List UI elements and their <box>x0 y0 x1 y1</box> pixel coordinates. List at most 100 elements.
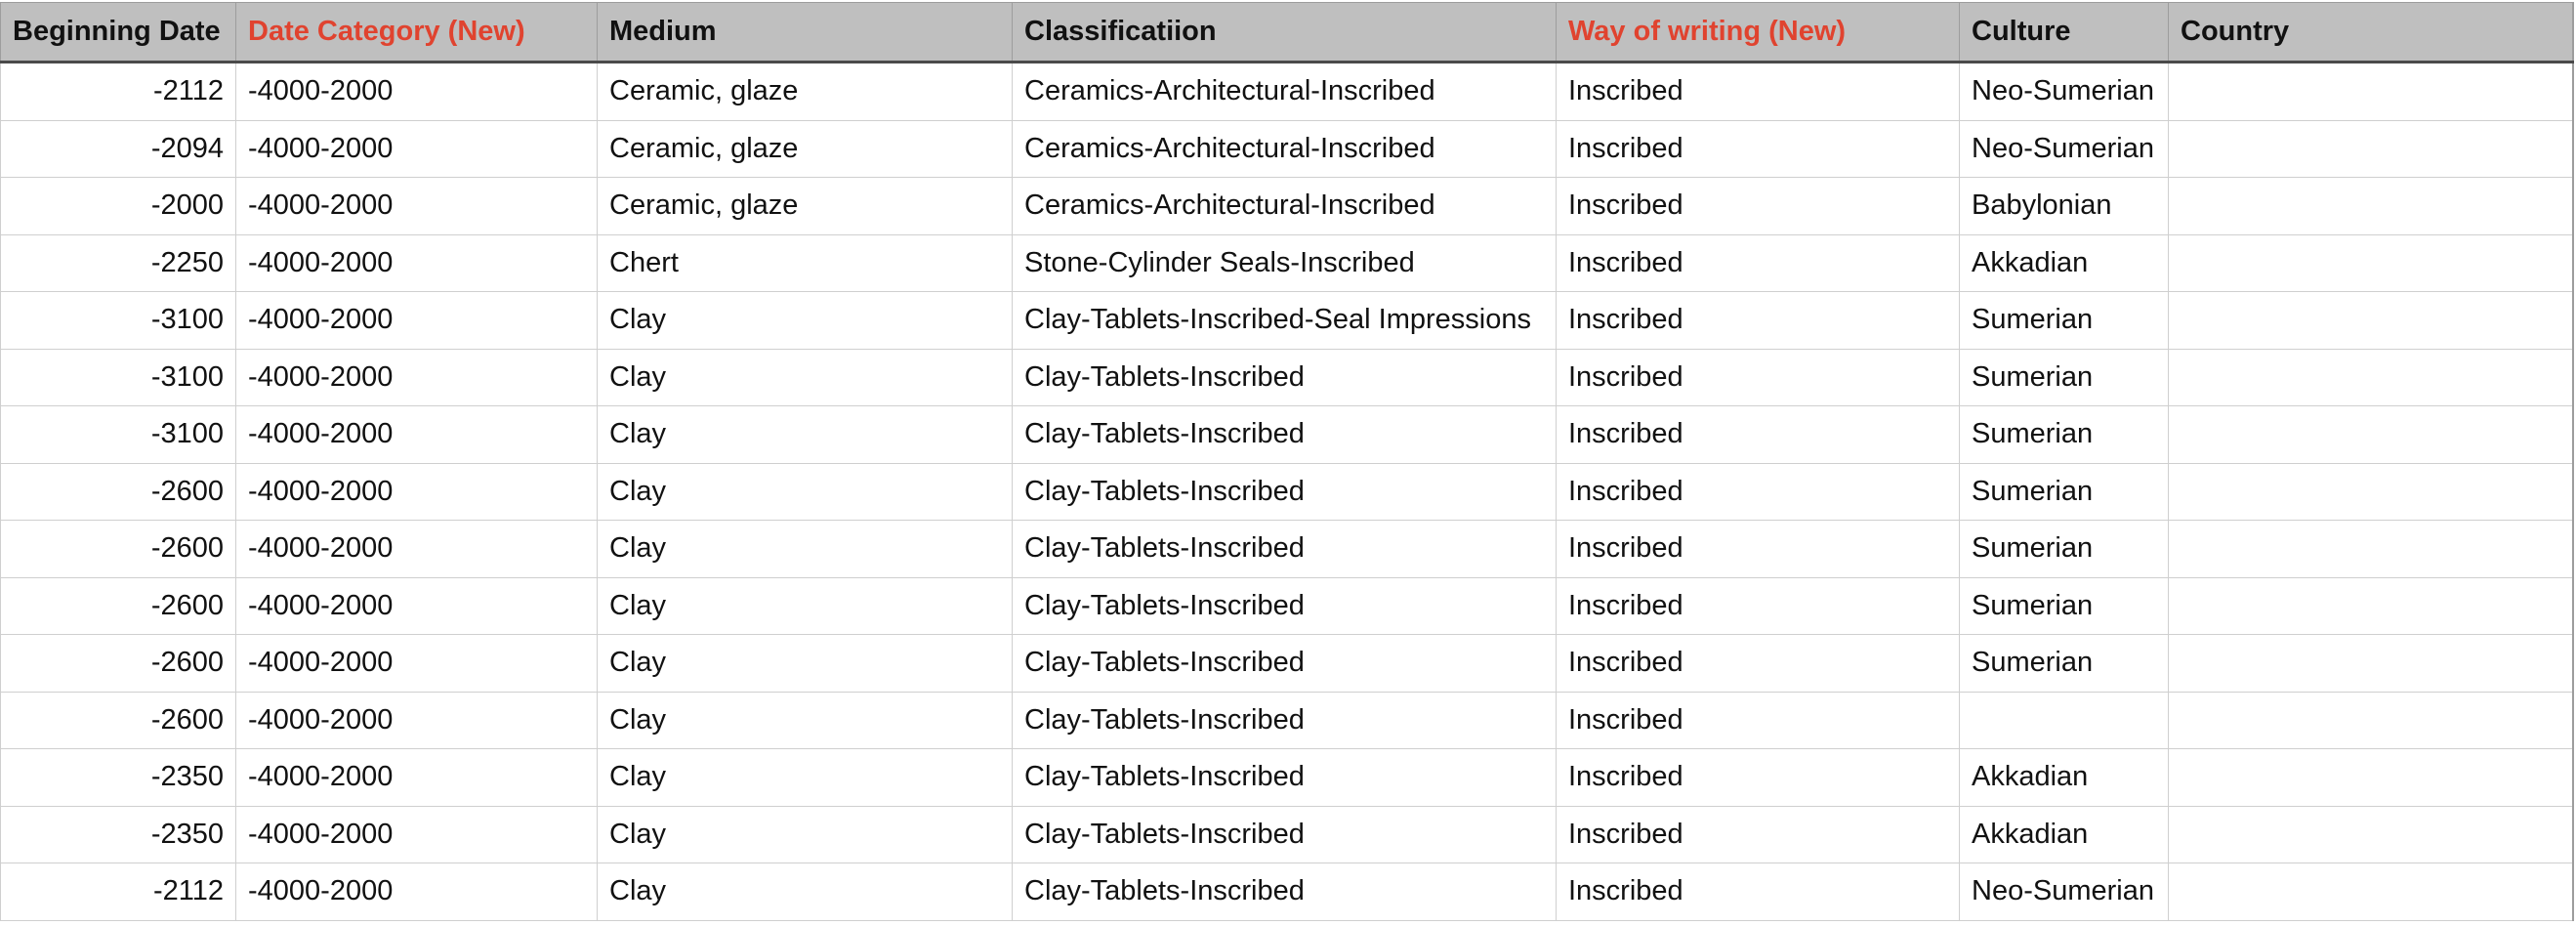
date-category-cell[interactable]: -4000-2000 <box>235 806 598 863</box>
beginning-date-cell[interactable]: -2250 <box>0 234 236 292</box>
beginning-date-cell[interactable]: -2600 <box>0 463 236 521</box>
classification-cell[interactable]: Ceramics-Architectural-Inscribed <box>1012 62 1557 121</box>
date-category-cell[interactable]: -4000-2000 <box>235 120 598 178</box>
country-cell[interactable] <box>2168 349 2574 406</box>
way-of-writing-cell[interactable]: Inscribed <box>1556 291 1960 350</box>
way-of-writing-cell[interactable]: Inscribed <box>1556 748 1960 807</box>
country-cell[interactable] <box>2168 748 2574 807</box>
medium-cell[interactable]: Clay <box>597 405 1013 464</box>
way-of-writing-cell[interactable]: Inscribed <box>1556 634 1960 693</box>
beginning-date-cell[interactable]: -2094 <box>0 120 236 178</box>
country-cell[interactable] <box>2168 577 2574 635</box>
header-medium[interactable]: Medium <box>597 2 1013 63</box>
beginning-date-cell[interactable]: -2600 <box>0 634 236 693</box>
header-classification[interactable]: Classificatiion <box>1012 2 1557 63</box>
date-category-cell[interactable]: -4000-2000 <box>235 291 598 350</box>
medium-cell[interactable]: Clay <box>597 291 1013 350</box>
country-cell[interactable] <box>2168 863 2574 921</box>
way-of-writing-cell[interactable]: Inscribed <box>1556 405 1960 464</box>
country-cell[interactable] <box>2168 405 2574 464</box>
date-category-cell[interactable]: -4000-2000 <box>235 463 598 521</box>
header-culture[interactable]: Culture <box>1959 2 2169 63</box>
culture-cell[interactable]: Sumerian <box>1959 405 2169 464</box>
date-category-cell[interactable]: -4000-2000 <box>235 177 598 235</box>
header-date-category[interactable]: Date Category (New) <box>235 2 598 63</box>
date-category-cell[interactable]: -4000-2000 <box>235 748 598 807</box>
beginning-date-cell[interactable]: -2600 <box>0 692 236 749</box>
culture-cell[interactable]: Babylonian <box>1959 177 2169 235</box>
culture-cell[interactable]: Sumerian <box>1959 634 2169 693</box>
way-of-writing-cell[interactable]: Inscribed <box>1556 62 1960 121</box>
header-country[interactable]: Country <box>2168 2 2574 63</box>
medium-cell[interactable]: Ceramic, glaze <box>597 120 1013 178</box>
medium-cell[interactable]: Clay <box>597 692 1013 749</box>
country-cell[interactable] <box>2168 62 2574 121</box>
medium-cell[interactable]: Ceramic, glaze <box>597 62 1013 121</box>
medium-cell[interactable]: Clay <box>597 463 1013 521</box>
country-cell[interactable] <box>2168 520 2574 578</box>
classification-cell[interactable]: Ceramics-Architectural-Inscribed <box>1012 120 1557 178</box>
way-of-writing-cell[interactable]: Inscribed <box>1556 520 1960 578</box>
way-of-writing-cell[interactable]: Inscribed <box>1556 120 1960 178</box>
beginning-date-cell[interactable]: -3100 <box>0 405 236 464</box>
culture-cell[interactable]: Akkadian <box>1959 748 2169 807</box>
beginning-date-cell[interactable]: -2600 <box>0 577 236 635</box>
culture-cell[interactable]: Neo-Sumerian <box>1959 62 2169 121</box>
classification-cell[interactable]: Clay-Tablets-Inscribed <box>1012 634 1557 693</box>
header-beginning-date[interactable]: Beginning Date <box>0 2 236 63</box>
date-category-cell[interactable]: -4000-2000 <box>235 577 598 635</box>
way-of-writing-cell[interactable]: Inscribed <box>1556 692 1960 749</box>
classification-cell[interactable]: Stone-Cylinder Seals-Inscribed <box>1012 234 1557 292</box>
classification-cell[interactable]: Clay-Tablets-Inscribed <box>1012 748 1557 807</box>
beginning-date-cell[interactable]: -2600 <box>0 520 236 578</box>
way-of-writing-cell[interactable]: Inscribed <box>1556 577 1960 635</box>
medium-cell[interactable]: Clay <box>597 748 1013 807</box>
way-of-writing-cell[interactable]: Inscribed <box>1556 863 1960 921</box>
medium-cell[interactable]: Clay <box>597 349 1013 406</box>
beginning-date-cell[interactable]: -2350 <box>0 806 236 863</box>
beginning-date-cell[interactable]: -2350 <box>0 748 236 807</box>
country-cell[interactable] <box>2168 234 2574 292</box>
culture-cell[interactable]: Sumerian <box>1959 463 2169 521</box>
country-cell[interactable] <box>2168 806 2574 863</box>
medium-cell[interactable]: Clay <box>597 863 1013 921</box>
culture-cell[interactable] <box>1959 692 2169 749</box>
header-way-of-writing[interactable]: Way of writing (New) <box>1556 2 1960 63</box>
way-of-writing-cell[interactable]: Inscribed <box>1556 234 1960 292</box>
beginning-date-cell[interactable]: -3100 <box>0 349 236 406</box>
culture-cell[interactable]: Sumerian <box>1959 577 2169 635</box>
medium-cell[interactable]: Chert <box>597 234 1013 292</box>
beginning-date-cell[interactable]: -2000 <box>0 177 236 235</box>
classification-cell[interactable]: Ceramics-Architectural-Inscribed <box>1012 177 1557 235</box>
date-category-cell[interactable]: -4000-2000 <box>235 692 598 749</box>
way-of-writing-cell[interactable]: Inscribed <box>1556 806 1960 863</box>
culture-cell[interactable]: Neo-Sumerian <box>1959 120 2169 178</box>
medium-cell[interactable]: Ceramic, glaze <box>597 177 1013 235</box>
medium-cell[interactable]: Clay <box>597 577 1013 635</box>
medium-cell[interactable]: Clay <box>597 634 1013 693</box>
country-cell[interactable] <box>2168 463 2574 521</box>
date-category-cell[interactable]: -4000-2000 <box>235 349 598 406</box>
culture-cell[interactable]: Akkadian <box>1959 234 2169 292</box>
classification-cell[interactable]: Clay-Tablets-Inscribed <box>1012 520 1557 578</box>
classification-cell[interactable]: Clay-Tablets-Inscribed <box>1012 806 1557 863</box>
country-cell[interactable] <box>2168 692 2574 749</box>
date-category-cell[interactable]: -4000-2000 <box>235 863 598 921</box>
date-category-cell[interactable]: -4000-2000 <box>235 234 598 292</box>
classification-cell[interactable]: Clay-Tablets-Inscribed <box>1012 349 1557 406</box>
way-of-writing-cell[interactable]: Inscribed <box>1556 349 1960 406</box>
country-cell[interactable] <box>2168 120 2574 178</box>
beginning-date-cell[interactable]: -3100 <box>0 291 236 350</box>
date-category-cell[interactable]: -4000-2000 <box>235 634 598 693</box>
culture-cell[interactable]: Sumerian <box>1959 291 2169 350</box>
classification-cell[interactable]: Clay-Tablets-Inscribed <box>1012 863 1557 921</box>
date-category-cell[interactable]: -4000-2000 <box>235 520 598 578</box>
country-cell[interactable] <box>2168 291 2574 350</box>
culture-cell[interactable]: Akkadian <box>1959 806 2169 863</box>
classification-cell[interactable]: Clay-Tablets-Inscribed <box>1012 577 1557 635</box>
date-category-cell[interactable]: -4000-2000 <box>235 62 598 121</box>
medium-cell[interactable]: Clay <box>597 806 1013 863</box>
way-of-writing-cell[interactable]: Inscribed <box>1556 463 1960 521</box>
culture-cell[interactable]: Sumerian <box>1959 349 2169 406</box>
date-category-cell[interactable]: -4000-2000 <box>235 405 598 464</box>
